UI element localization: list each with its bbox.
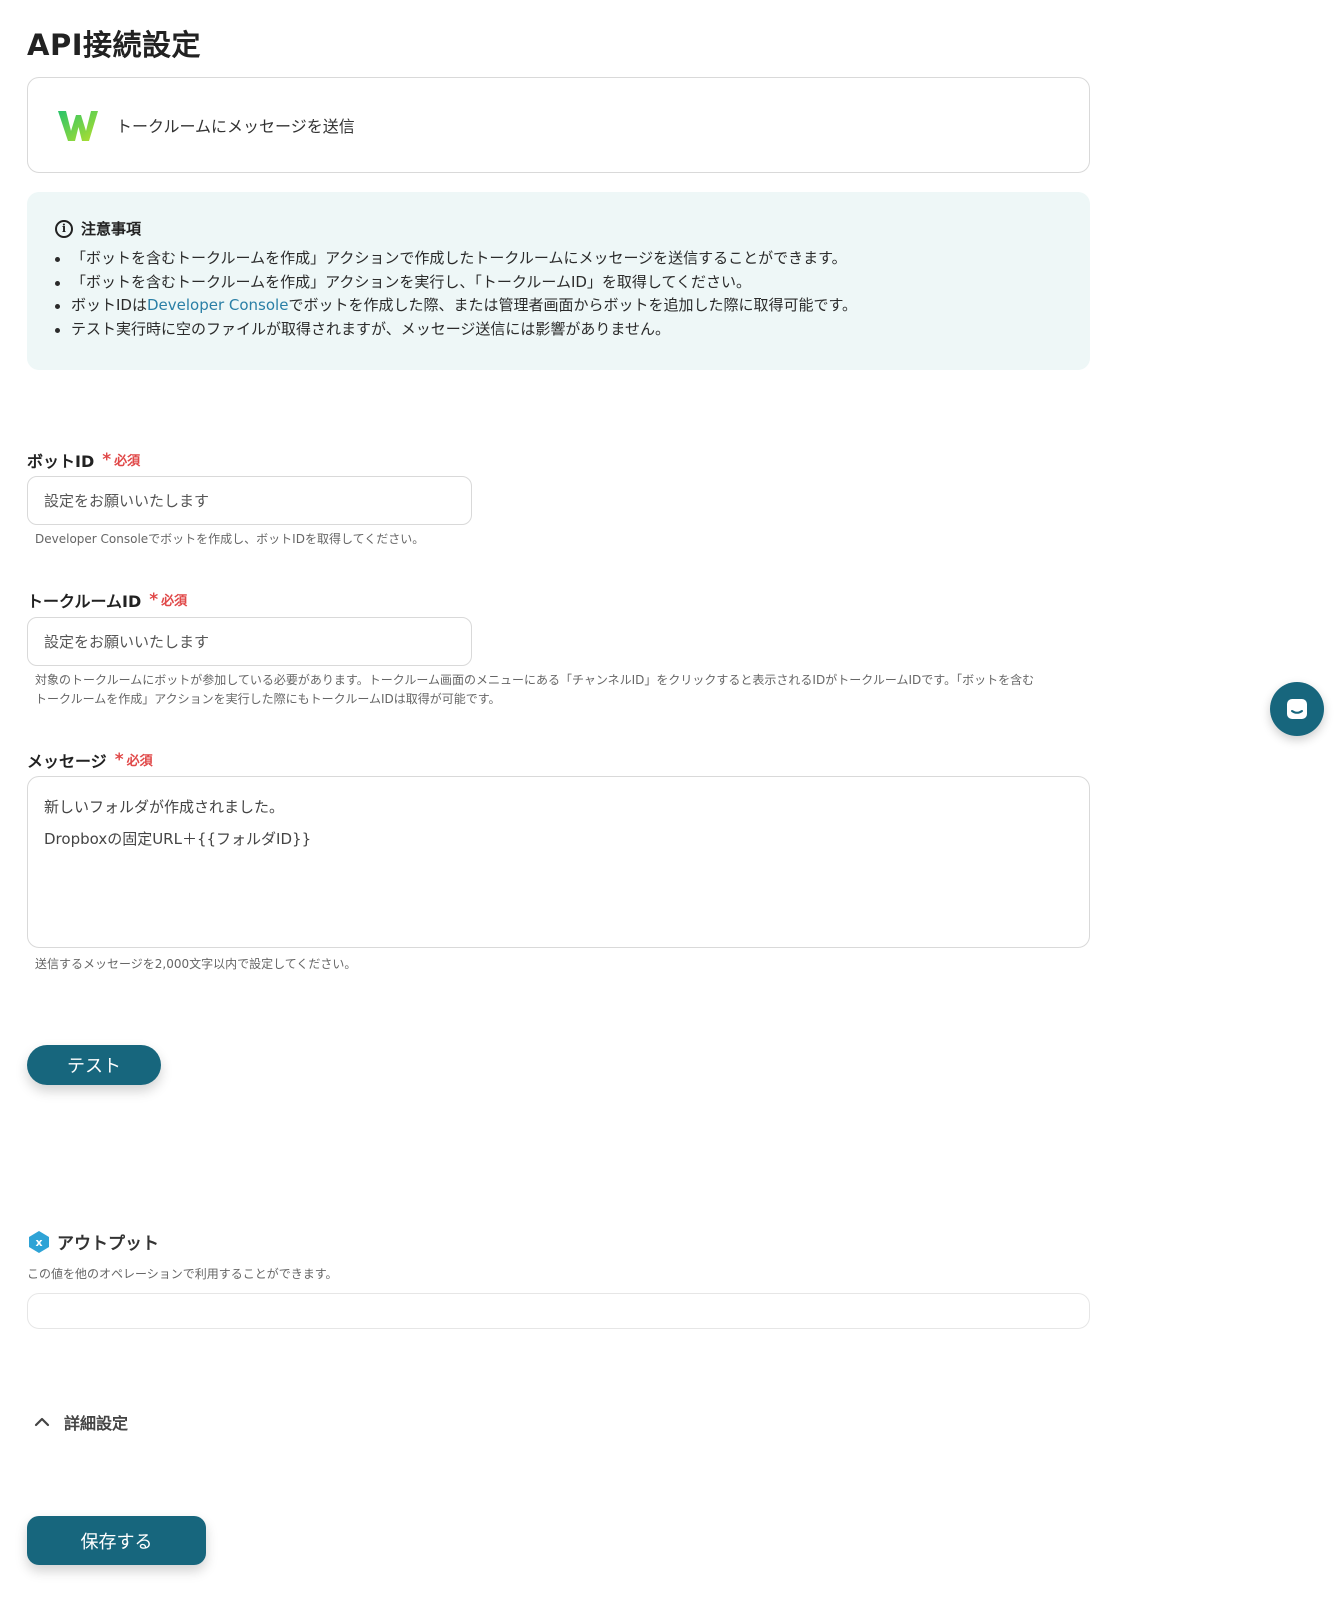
bot-id-input[interactable]: [27, 476, 472, 525]
notice-item: ボットIDはDeveloper Consoleでボットを作成した際、または管理者…: [55, 294, 1062, 318]
required-badge: * 必須: [115, 750, 153, 770]
output-variable-icon: x: [29, 1230, 49, 1253]
message-line: 新しいフォルダが作成されました。: [44, 798, 285, 816]
notice-item: 「ボットを含むトークルームを作成」アクションを実行し、「トークルームID」を取得…: [55, 271, 1062, 295]
chat-support-button[interactable]: [1270, 682, 1324, 736]
field-label-text: ボットID: [27, 452, 95, 471]
talkroom-id-hint: 対象のトークルームにボットが参加している必要があります。トークルーム画面のメニュ…: [35, 671, 1034, 709]
talkroom-id-input[interactable]: [27, 617, 472, 666]
works-w-logo-icon: [58, 111, 98, 141]
notice-list: 「ボットを含むトークルームを作成」アクションで作成したトークルームにメッセージを…: [55, 247, 1062, 341]
message-label: メッセージ * 必須: [27, 748, 153, 772]
notice-item: 「ボットを含むトークルームを作成」アクションで作成したトークルームにメッセージを…: [55, 247, 1062, 271]
output-box: [27, 1293, 1090, 1329]
field-label-text: トークルームID: [27, 592, 142, 611]
required-badge: * 必須: [102, 450, 140, 470]
output-title: アウトプット: [57, 1234, 159, 1254]
required-text: 必須: [161, 594, 188, 609]
bot-id-label: ボットID * 必須: [27, 448, 140, 472]
bot-id-hint: Developer Consoleでボットを作成し、ボットIDを取得してください…: [35, 532, 425, 546]
required-text: 必須: [114, 454, 141, 469]
message-textarea[interactable]: 新しいフォルダが作成されました。 Dropboxの固定URL＋{{フォルダID}…: [27, 776, 1090, 948]
asterisk-icon: *: [114, 750, 124, 770]
field-label-text: メッセージ: [27, 752, 107, 771]
chevron-up-icon: [34, 1417, 50, 1427]
notice-box: i 注意事項 「ボットを含むトークルームを作成」アクションで作成したトークルーム…: [27, 192, 1090, 370]
asterisk-icon: *: [102, 450, 112, 470]
asterisk-icon: *: [149, 590, 159, 610]
page-title: API接続設定: [27, 28, 201, 62]
message-line: Dropboxの固定URL＋{{フォルダID}}: [44, 830, 312, 848]
svg-text:x: x: [35, 1236, 42, 1249]
chat-icon: [1287, 699, 1307, 719]
selected-action-card[interactable]: トークルームにメッセージを送信: [27, 77, 1090, 173]
message-hint: 送信するメッセージを2,000文字以内で設定してください。: [35, 957, 357, 971]
notice-text: ボットIDは: [71, 296, 147, 314]
developer-console-link[interactable]: Developer Console: [147, 296, 288, 314]
notice-text: でボットを作成した際、または管理者画面からボットを追加した際に取得可能です。: [288, 296, 857, 314]
notice-title: 注意事項: [81, 220, 142, 238]
output-header: x アウトプット: [27, 1229, 159, 1254]
save-button[interactable]: 保存する: [27, 1516, 206, 1565]
test-button[interactable]: テスト: [27, 1045, 161, 1085]
output-description: この値を他のオペレーションで利用することができます。: [27, 1267, 338, 1281]
notice-header: i 注意事項: [55, 218, 1062, 239]
hint-line: トークルームを作成」アクションを実行した際にもトークルームIDは取得が可能です。: [35, 692, 501, 706]
details-label: 詳細設定: [64, 1414, 129, 1433]
talkroom-id-label: トークルームID * 必須: [27, 588, 187, 612]
hint-line: 対象のトークルームにボットが参加している必要があります。トークルーム画面のメニュ…: [35, 673, 1035, 687]
notice-item: テスト実行時に空のファイルが取得されますが、メッセージ送信には影響がありません。: [55, 318, 1062, 342]
action-label: トークルームにメッセージを送信: [116, 117, 355, 136]
details-toggle[interactable]: 詳細設定: [34, 1410, 128, 1434]
api-settings-page: API接続設定 トークルームにメッセージを送信 i 注意事項 「ボットを含むトー…: [0, 0, 1344, 1600]
required-badge: * 必須: [149, 590, 187, 610]
required-text: 必須: [126, 754, 153, 769]
info-icon: i: [55, 219, 73, 238]
